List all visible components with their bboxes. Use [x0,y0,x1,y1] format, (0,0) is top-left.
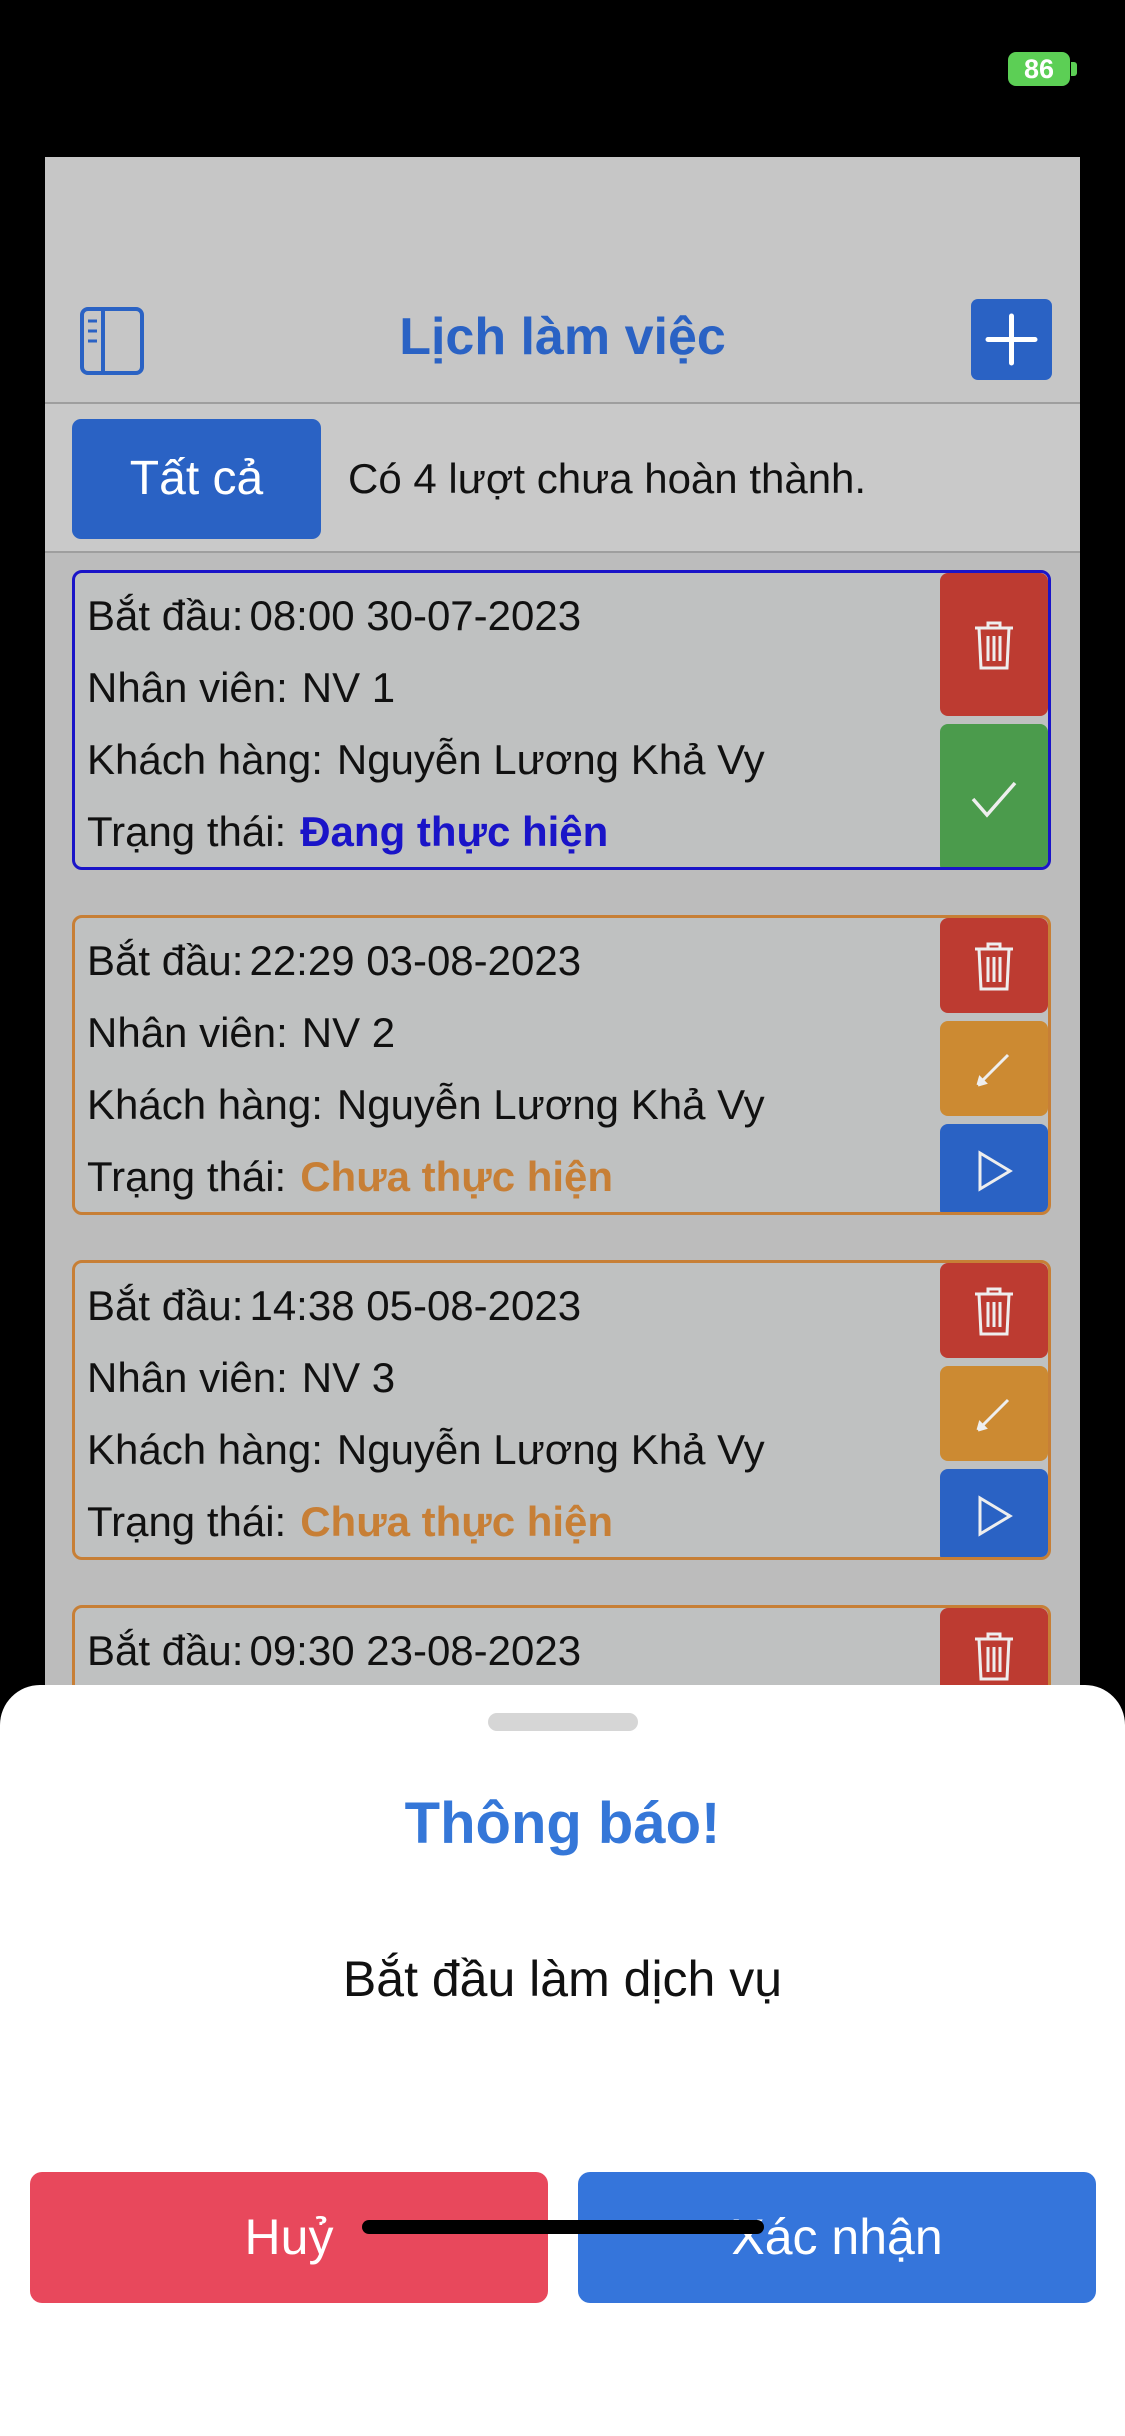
plus-icon [985,313,1038,366]
start-value: 09:30 23-08-2023 [249,1627,582,1674]
employee-value: NV 1 [301,664,396,711]
edit-button[interactable] [940,1021,1048,1116]
status-label: Trạng thái: [87,1153,287,1200]
complete-button[interactable] [940,724,1048,867]
play-icon [978,1495,1013,1537]
page-title: Lịch làm việc [399,308,726,366]
start-service-button[interactable] [940,1469,1048,1557]
status-row: Trạng thái: Chưa thực hiện [87,1479,765,1551]
edit-button[interactable] [940,1366,1048,1461]
delete-icon [975,621,1013,669]
play-icon [978,1150,1013,1192]
status-row: Trạng thái: Chưa thực hiện [87,1134,765,1206]
schedule-card[interactable]: Bắt đầu: 14:38 05-08-2023 Nhân viên: NV 3 … [72,1260,1051,1560]
sheet-drag-handle[interactable] [488,1713,638,1731]
start-row: Bắt đầu: 22:29 03-08-2023 [87,918,765,990]
customer-value: Nguyễn Lương Khả Vy [336,1081,765,1128]
status-row: Trạng thái: Đang thực hiện [87,789,765,861]
employee-row: Nhân viên: NV 3 [87,1335,765,1407]
schedule-card[interactable]: Bắt đầu: 08:00 30-07-2023 Nhân viên: NV 1 … [72,570,1051,870]
delete-icon [975,1287,1013,1335]
check-icon [971,781,1017,818]
delete-button[interactable] [940,918,1048,1013]
confirm-button[interactable]: Xác nhận [578,2172,1096,2303]
home-indicator[interactable] [362,2220,764,2234]
dialog-message: Bắt đầu làm dịch vụ [342,1951,783,2007]
dialog-title: Thông báo! [404,1791,721,1856]
customer-row: Khách hàng: Nguyễn Lương Khả Vy [87,1062,765,1134]
pencil-icon [976,1398,1010,1431]
status-value: Chưa thực hiện [300,1153,614,1200]
filter-bar: Tất cả Có 4 lượt chưa hoàn thành. [45,402,1080,553]
pending-count-text: Có 4 lượt chưa hoàn thành. [348,455,867,502]
delete-icon [975,942,1013,990]
start-value: 08:00 30-07-2023 [249,592,582,639]
pencil-icon [976,1053,1010,1086]
start-value: 22:29 03-08-2023 [249,937,582,984]
employee-value: NV 2 [301,1009,396,1056]
customer-row: Khách hàng: Nguyễn Lương Khả Vy [87,1407,765,1479]
start-row: Bắt đầu: 09:30 23-08-2023 [87,1608,581,1680]
start-label: Bắt đầu: [87,1627,244,1674]
status-value: Đang thực hiện [300,808,609,855]
confirm-bottom-sheet: Thông báo! Bắt đầu làm dịch vụ Huỷ Xác n… [0,1685,1125,2436]
battery-level: 86 [1023,54,1055,84]
start-service-button[interactable] [940,1124,1048,1212]
employee-row: Nhân viên: NV 2 [87,990,765,1062]
cancel-button[interactable]: Huỷ [30,2172,548,2303]
customer-row: Khách hàng: Nguyễn Lương Khả Vy [87,717,765,789]
start-row: Bắt đầu: 14:38 05-08-2023 [87,1263,765,1335]
add-button[interactable] [971,299,1052,380]
delete-button[interactable] [940,573,1048,716]
filter-all-button[interactable]: Tất cả [72,419,321,539]
status-value: Chưa thực hiện [300,1498,614,1545]
customer-value: Nguyễn Lương Khả Vy [336,1426,765,1473]
employee-row: Nhân viên: NV 1 [87,645,765,717]
battery-indicator: 86 [1008,52,1070,86]
status-label: Trạng thái: [87,1498,287,1545]
start-row: Bắt đầu: 08:00 30-07-2023 [87,573,765,645]
status-label: Trạng thái: [87,808,287,855]
start-value: 14:38 05-08-2023 [249,1282,582,1329]
delete-icon [975,1632,1013,1680]
navigation-bar: Lịch làm việc [45,157,1080,402]
battery-nub [1071,62,1077,76]
customer-value: Nguyễn Lương Khả Vy [336,736,765,783]
employee-value: NV 3 [301,1354,396,1401]
delete-button[interactable] [940,1263,1048,1358]
app-content: Lịch làm việc Tất cả Có 4 lượt chưa hoàn… [45,157,1080,1717]
schedule-card[interactable]: Bắt đầu: 22:29 03-08-2023 Nhân viên: NV 2 … [72,915,1051,1215]
